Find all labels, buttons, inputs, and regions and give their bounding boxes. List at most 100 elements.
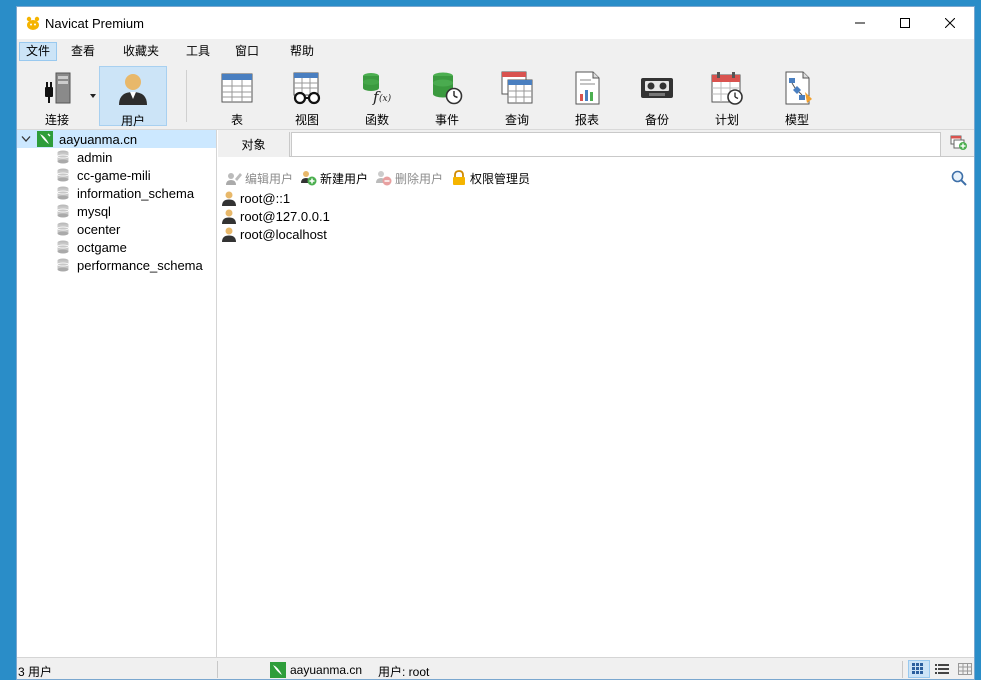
toolbar-event-button[interactable]: 事件	[413, 66, 481, 127]
menu-bar: 文件 查看 收藏夹 工具 窗口 帮助	[17, 39, 974, 64]
toolbar-report-button[interactable]: 报表	[553, 66, 621, 127]
close-button[interactable]	[927, 7, 972, 39]
toolbar-function-button[interactable]: f (x) 函数	[343, 66, 411, 127]
event-icon	[433, 72, 463, 105]
tree-database-label: admin	[77, 149, 113, 165]
menu-favorites[interactable]: 收藏夹	[117, 42, 165, 61]
tree-database-admin[interactable]: admin	[17, 148, 216, 166]
connection-dropdown-arrow[interactable]	[90, 94, 96, 98]
toolbar-backup-label: 备份	[644, 113, 669, 127]
user-name: root@127.0.0.1	[240, 208, 330, 224]
delete-user-icon	[376, 171, 392, 186]
toolbar-report-label: 报表	[574, 113, 599, 127]
tree-database-label: information_schema	[77, 185, 195, 201]
minimize-icon	[854, 22, 865, 24]
tree-database-information-schema[interactable]: information_schema	[17, 184, 216, 202]
status-user: 用户: root	[378, 665, 430, 679]
model-icon	[785, 71, 812, 105]
database-icon	[57, 204, 69, 218]
collapse-chevron-icon[interactable]	[21, 135, 31, 143]
toolbar-model-button[interactable]: 模型	[763, 66, 831, 127]
toolbar-connection-label: 连接	[44, 113, 69, 127]
tree-database-ocenter[interactable]: ocenter	[17, 220, 216, 238]
toolbar-query-label: 查询	[504, 113, 529, 127]
view-icon	[293, 72, 321, 105]
maximize-icon	[899, 18, 910, 28]
edit-user-button[interactable]: 编辑用户	[226, 170, 293, 187]
toolbar-table-button[interactable]: 表	[203, 66, 271, 127]
status-connection-label: aayuanma.cn	[290, 663, 363, 677]
tree-connection-aayuanma[interactable]: aayuanma.cn	[17, 130, 216, 148]
menu-window[interactable]: 窗口	[229, 42, 265, 61]
toolbar-user-button[interactable]: 用户	[99, 66, 167, 128]
edit-user-label: 编辑用户	[245, 171, 294, 186]
connection-tree: aayuanma.cn admin cc-game-mili informati…	[17, 130, 217, 657]
menu-view[interactable]: 查看	[65, 42, 101, 61]
menu-help[interactable]: 帮助	[284, 42, 320, 61]
tab-strip-empty-area	[291, 132, 941, 156]
view-detail-button[interactable]	[954, 660, 974, 678]
navicat-logo-icon	[26, 16, 40, 30]
view-list-button[interactable]	[931, 660, 953, 678]
user-row[interactable]: root@127.0.0.1	[218, 207, 974, 225]
tree-database-mysql[interactable]: mysql	[17, 202, 216, 220]
database-icon	[57, 186, 69, 200]
user-row[interactable]: root@::1	[218, 189, 974, 207]
toolbar: 连接 用户 表 视图 f (x) 函数 事件 查询 报表 备份 计划 模型	[17, 64, 974, 130]
view-mode-switcher	[908, 660, 974, 678]
menu-tools[interactable]: 工具	[180, 42, 216, 61]
new-user-button[interactable]: 新建用户	[301, 170, 368, 187]
status-bar: 3 用户 aayuanma.cn 用户: root	[17, 657, 974, 679]
tree-database-label: octgame	[77, 239, 127, 255]
tab-objects[interactable]: 对象	[218, 132, 290, 157]
new-tab-icon[interactable]	[950, 135, 968, 151]
title-bar: Navicat Premium	[17, 7, 974, 39]
tree-database-label: cc-game-mili	[77, 167, 151, 183]
toolbar-backup-button[interactable]: 备份	[623, 66, 691, 127]
view-grid-button[interactable]	[908, 660, 930, 678]
connection-icon	[45, 72, 71, 104]
navicat-window: Navicat Premium 文件 查看 收藏夹 工具 窗口 帮助 连接 用户…	[16, 6, 975, 680]
menu-file[interactable]: 文件	[19, 42, 58, 61]
backup-icon	[641, 78, 673, 98]
table-icon	[221, 73, 253, 103]
privilege-manager-button[interactable]: 权限管理员	[451, 170, 530, 187]
new-user-label: 新建用户	[320, 171, 369, 186]
tree-database-label: ocenter	[77, 221, 121, 237]
status-connection: aayuanma.cn	[270, 662, 362, 678]
status-divider	[217, 661, 218, 678]
close-icon	[944, 18, 955, 28]
toolbar-schedule-label: 计划	[714, 113, 739, 127]
user-icon	[222, 209, 236, 224]
toolbar-view-button[interactable]: 视图	[273, 66, 341, 127]
tree-database-octgame[interactable]: octgame	[17, 238, 216, 256]
new-user-icon	[301, 171, 317, 186]
function-icon: f (x)	[363, 73, 392, 106]
report-icon	[575, 71, 600, 105]
toolbar-connection-button[interactable]: 连接	[23, 66, 91, 127]
database-icon	[57, 222, 69, 236]
toolbar-schedule-button[interactable]: 计划	[693, 66, 761, 127]
tree-database-label: mysql	[77, 203, 111, 219]
grid-view-icon	[912, 663, 923, 674]
user-icon	[222, 191, 236, 206]
edit-user-icon	[226, 173, 242, 185]
tree-database-performance-schema[interactable]: performance_schema	[17, 256, 216, 274]
delete-user-label: 删除用户	[395, 171, 444, 186]
tree-database-cc-game-mili[interactable]: cc-game-mili	[17, 166, 216, 184]
user-row[interactable]: root@localhost	[218, 225, 974, 243]
minimize-button[interactable]	[837, 7, 882, 39]
delete-user-button[interactable]: 删除用户	[376, 170, 443, 187]
mysql-connection-icon	[270, 662, 286, 678]
search-icon[interactable]	[951, 170, 967, 186]
tab-strip: 对象	[218, 130, 974, 157]
status-divider	[902, 661, 903, 678]
background-window-edge	[976, 130, 981, 380]
mysql-connection-icon	[37, 131, 53, 147]
object-pane: 对象 编辑用户 新建用户 删除用户 权限管理员 root@::1 root@12…	[218, 130, 974, 657]
database-icon	[57, 258, 69, 272]
svg-text:(x): (x)	[379, 93, 392, 104]
user-icon	[119, 74, 147, 105]
maximize-button[interactable]	[882, 7, 927, 39]
toolbar-query-button[interactable]: 查询	[483, 66, 551, 127]
